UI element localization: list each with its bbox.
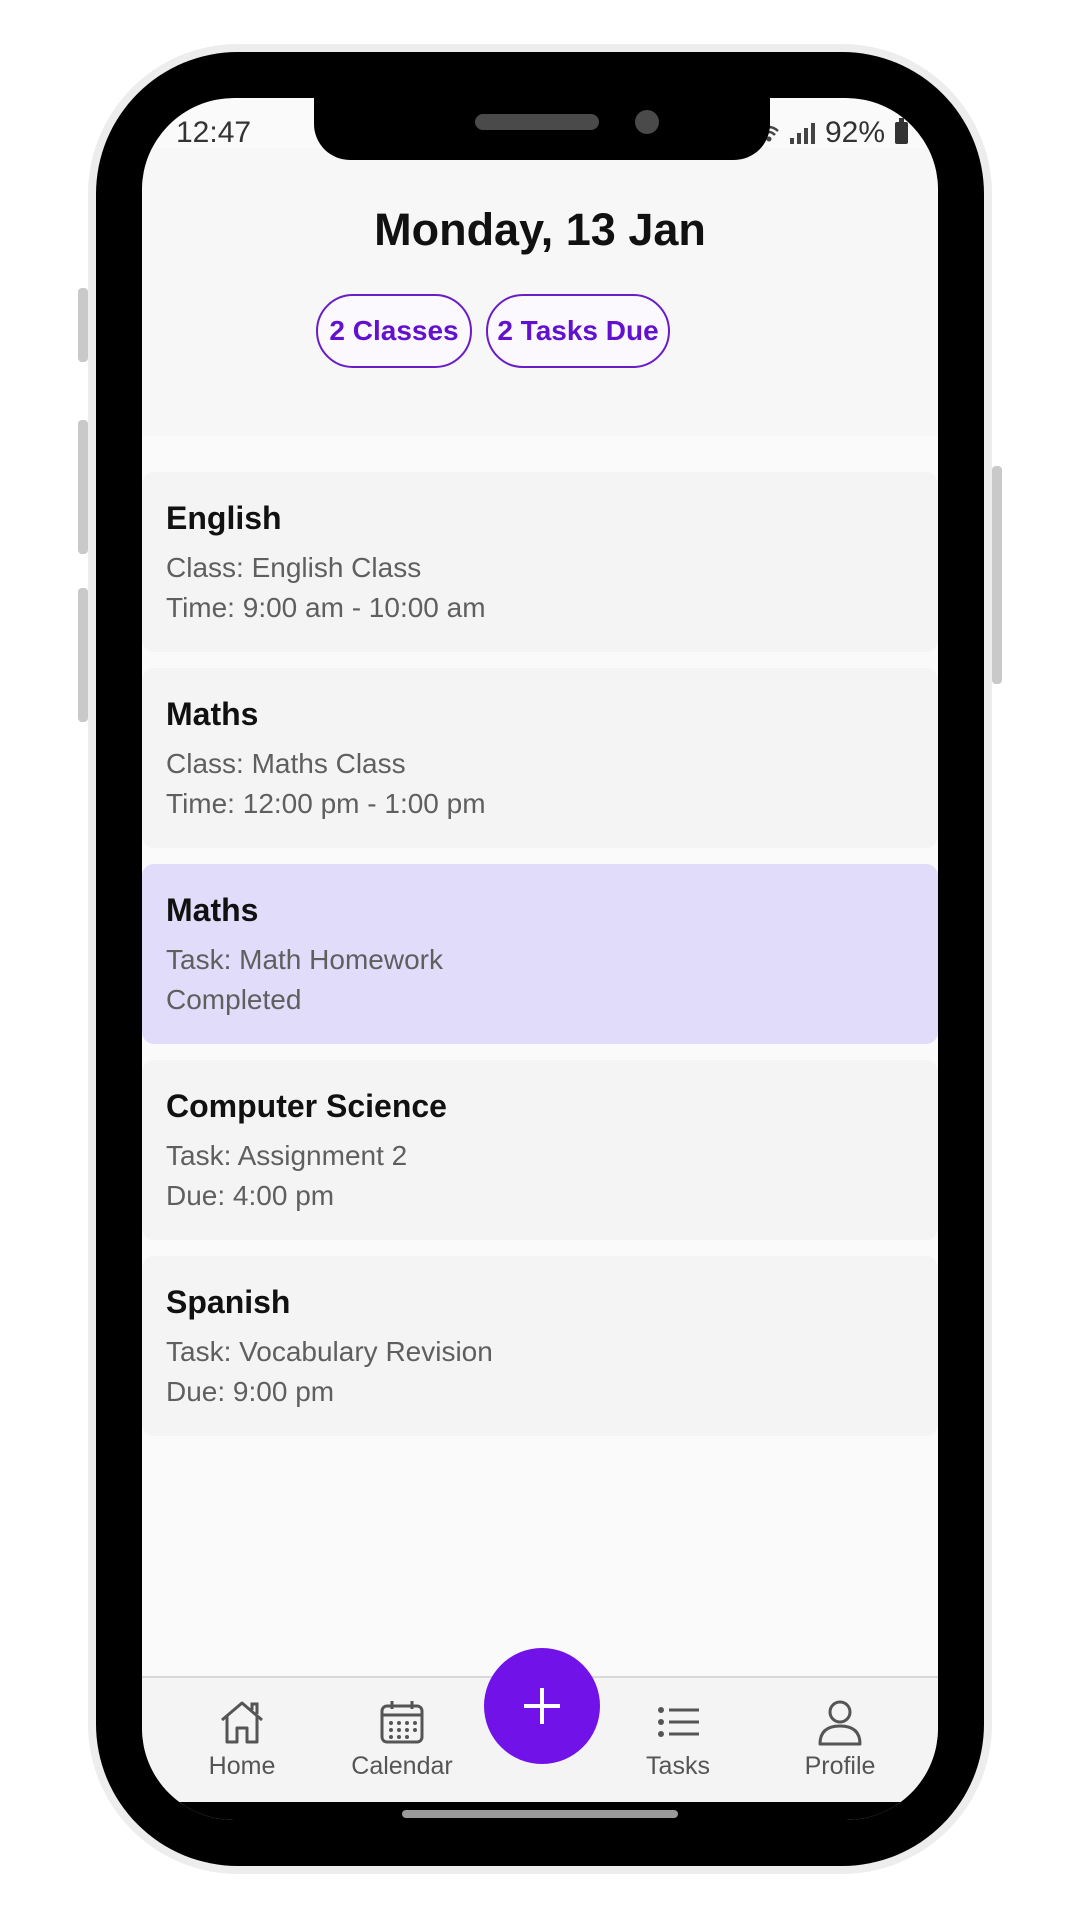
- card-detail: Task: Assignment 2: [166, 1140, 408, 1171]
- nav-tasks[interactable]: Tasks: [618, 1698, 738, 1781]
- device-side-button-left-3: [78, 588, 88, 722]
- battery-percent: 92%: [824, 116, 885, 149]
- signal-icon: [789, 122, 815, 144]
- device-side-button-left-1: [78, 288, 88, 362]
- card-title: English: [166, 500, 282, 536]
- speaker-grille: [475, 114, 599, 130]
- task-card-computer-science[interactable]: Computer Science Task: Assignment 2 Due:…: [142, 1060, 938, 1240]
- card-detail: Task: Vocabulary Revision: [166, 1336, 493, 1367]
- card-time: Time: 12:00 pm - 1:00 pm: [166, 788, 486, 819]
- nav-tasks-label: Tasks: [646, 1752, 710, 1780]
- card-status: Completed: [166, 984, 302, 1015]
- front-camera: [635, 110, 659, 134]
- nav-calendar[interactable]: Calendar: [342, 1698, 462, 1781]
- device-side-button-left-2: [78, 420, 88, 554]
- schedule-card-maths-class[interactable]: Maths Class: Maths Class Time: 12:00 pm …: [142, 668, 938, 848]
- status-icons: 92%: [758, 116, 908, 150]
- status-time: 12:47: [176, 116, 252, 149]
- add-button[interactable]: [484, 1648, 600, 1764]
- schedule-card-english[interactable]: English Class: English Class Time: 9:00 …: [142, 472, 938, 652]
- nav-home[interactable]: Home: [182, 1698, 302, 1781]
- list-icon: [658, 1707, 699, 1737]
- app-screen: 12:47 92% Monday, 13 Jan 2 Classes 2 Tas…: [142, 98, 938, 1820]
- card-title: Maths: [166, 892, 259, 928]
- device-side-button-right: [992, 466, 1002, 684]
- task-card-maths-homework[interactable]: Maths Task: Math Homework Completed: [142, 864, 938, 1044]
- nav-profile-label: Profile: [804, 1752, 876, 1780]
- nav-home-label: Home: [208, 1752, 276, 1780]
- person-icon: [818, 1700, 862, 1746]
- battery-icon: [895, 118, 908, 144]
- tasks-due-chip[interactable]: 2 Tasks Due: [486, 294, 670, 368]
- device-notch: [314, 98, 770, 160]
- card-time: Time: 9:00 am - 10:00 am: [166, 592, 486, 623]
- home-indicator[interactable]: [402, 1810, 678, 1818]
- card-due: Due: 9:00 pm: [166, 1376, 335, 1407]
- card-due: Due: 4:00 pm: [166, 1180, 335, 1211]
- classes-count-chip[interactable]: 2 Classes: [316, 294, 472, 368]
- home-icon: [221, 1701, 263, 1744]
- plus-icon: [524, 1688, 560, 1724]
- nav-calendar-label: Calendar: [351, 1752, 453, 1780]
- nav-profile[interactable]: Profile: [780, 1698, 900, 1781]
- day-summary-header: [142, 148, 938, 436]
- card-title: Spanish: [166, 1284, 291, 1320]
- card-detail: Class: English Class: [166, 552, 422, 583]
- calendar-icon: [380, 1701, 424, 1744]
- task-card-spanish[interactable]: Spanish Task: Vocabulary Revision Due: 9…: [142, 1256, 938, 1436]
- card-title: Maths: [166, 696, 259, 732]
- card-detail: Task: Math Homework: [166, 944, 443, 975]
- card-detail: Class: Maths Class: [166, 748, 406, 779]
- page-title: Monday, 13 Jan: [374, 204, 706, 255]
- card-title: Computer Science: [166, 1088, 447, 1124]
